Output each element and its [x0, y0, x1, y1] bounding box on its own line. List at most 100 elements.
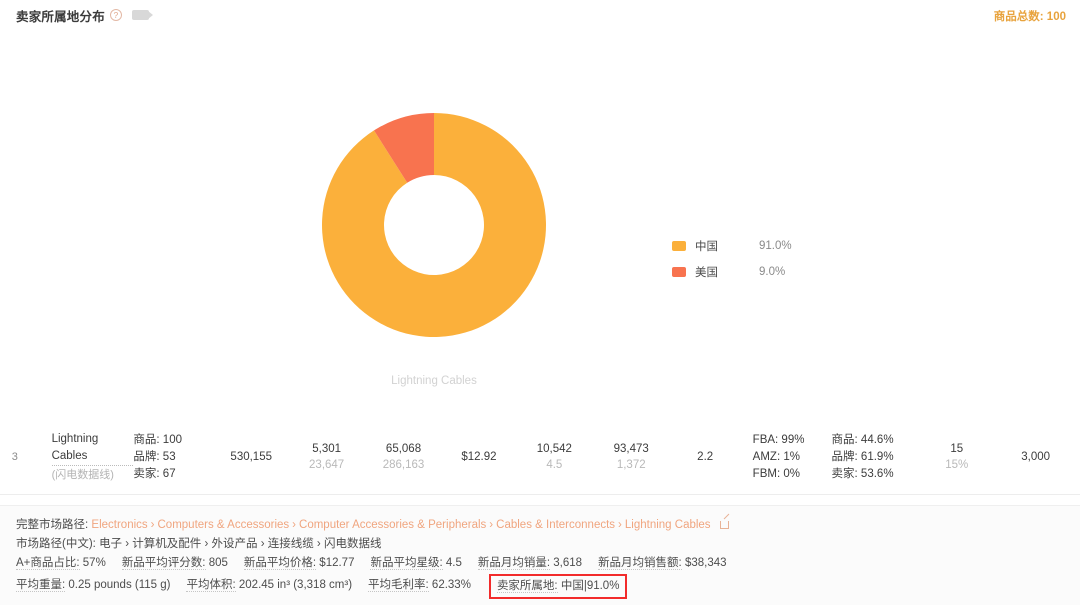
row-price: $12.92: [461, 451, 497, 463]
stat-item: 新品平均星级: 4.5: [370, 554, 462, 573]
panel-header: 卖家所属地分布 ?: [0, 0, 1080, 30]
fba-value: FBA: 99%: [752, 433, 805, 446]
stat-value: $38,343: [681, 557, 727, 569]
row-metric-c: 10,542 4.5: [516, 441, 593, 473]
zh-path-label: 市场路径(中文):: [16, 538, 96, 550]
stat-key: 平均毛利率:: [368, 579, 429, 592]
stat-key: 新品平均价格:: [243, 557, 317, 570]
row-category-name: Lightning Cables (闪电数据线): [30, 431, 134, 484]
highlight-value: 中国|91.0%: [557, 580, 620, 592]
question-circle-icon[interactable]: ?: [109, 9, 122, 21]
zh-path-value: 电子 › 计算机及配件 › 外设产品 › 连接线缆 › 闪电数据线: [99, 538, 382, 550]
stat-item: 新品平均评分数: 805: [121, 554, 228, 573]
legend-item[interactable]: 中国 91.0%: [672, 233, 852, 259]
metric-b-main: 65,068: [385, 443, 422, 455]
breadcrumb-separator: ›: [489, 519, 494, 531]
row-percents: 商品: 44.6% 品牌: 61.9% 卖家: 53.6%: [832, 432, 923, 483]
stat-item: 新品月均销量: 3,618: [477, 554, 583, 573]
row-metric-a: 5,301 23,647: [288, 441, 365, 473]
breadcrumb-separator: ›: [150, 519, 155, 531]
stat-value: $12.77: [316, 557, 355, 569]
row-fulfillment: FBA: 99% AMZ: 1% FBM: 0%: [741, 432, 832, 483]
legend-label: 美国: [695, 267, 718, 279]
metric-d-sub: 1,372: [616, 459, 646, 471]
legend-swatch-cn: [672, 241, 686, 251]
metric-d-main: 93,473: [613, 443, 649, 455]
row-reviews: 530,155: [230, 451, 272, 463]
stat-key: A+商品占比:: [16, 557, 80, 570]
breadcrumb-item[interactable]: Cables & Interconnects: [496, 519, 615, 531]
stat-key: 新品平均星级:: [370, 557, 443, 570]
legend-value: 91.0%: [759, 240, 792, 252]
breadcrumb-full: 完整市场路径: Electronics › Computers & Accessor…: [16, 516, 1080, 535]
highlight-key: 卖家所属地:: [496, 580, 558, 593]
breadcrumb-item[interactable]: Computers & Accessories: [158, 519, 290, 531]
row-index: 3: [11, 451, 18, 463]
rank-main: 15: [950, 443, 964, 455]
page-root: 卖家所属地分布 ? 商品总数: 100 Lightning Cables 中国 …: [0, 0, 1080, 605]
count-sellers: 卖家: 67: [133, 467, 176, 480]
legend-label: 中国: [695, 241, 718, 253]
chart-legend: 中国 91.0% 美国 9.0%: [672, 233, 852, 285]
metric-c-main: 10,542: [536, 443, 572, 455]
stat-value: 62.33%: [428, 579, 471, 591]
stat-item: 新品平均价格: $12.77: [243, 554, 355, 573]
legend-value: 9.0%: [759, 266, 786, 278]
full-path-label: 完整市场路径:: [16, 519, 89, 531]
pct-brands: 品牌: 61.9%: [831, 450, 894, 463]
row-counts: 商品: 100 品牌: 53 卖家: 67: [133, 432, 214, 483]
amz-value: AMZ: 1%: [752, 450, 800, 463]
breadcrumb-separator: ›: [292, 519, 297, 531]
fbm-value: FBM: 0%: [752, 467, 800, 480]
external-link-icon[interactable]: [719, 521, 729, 529]
row-rate: 2.2: [697, 451, 714, 463]
count-brands: 品牌: 53: [133, 450, 176, 463]
stat-value: 805: [205, 557, 228, 569]
stats-row-1: A+商品占比: 57% 新品平均评分数: 805 新品平均价格: $12.77 新品平…: [16, 554, 1080, 573]
seller-origin-highlight[interactable]: 卖家所属地: 中国|91.0%: [488, 574, 628, 599]
category-link[interactable]: Lightning Cables: [51, 431, 134, 466]
stat-item: A+商品占比: 57%: [16, 554, 106, 573]
stat-key: 新品月均销售额:: [598, 557, 682, 570]
stat-value: 0.25 pounds (115 g): [65, 579, 171, 591]
detail-panel: 完整市场路径: Electronics › Computers & Accessor…: [0, 505, 1080, 605]
legend-swatch-us: [672, 267, 686, 277]
video-icon[interactable]: [131, 10, 153, 20]
chart-caption: Lightning Cables: [391, 375, 477, 387]
stats-row-2: 平均重量: 0.25 pounds (115 g) 平均体积: 202.45 in…: [16, 573, 1080, 599]
row-metric-d: 93,473 1,372: [593, 441, 670, 473]
stat-value: 202.45 in³ (3,318 cm³): [235, 579, 353, 591]
pct-products: 商品: 44.6%: [831, 433, 894, 446]
metric-b-sub: 286,163: [382, 459, 425, 471]
breadcrumb-zh: 市场路径(中文): 电子 › 计算机及配件 › 外设产品 › 连接线缆 › 闪电…: [16, 535, 1080, 554]
metric-a-main: 5,301: [312, 443, 342, 455]
category-name-zh: (闪电数据线): [51, 468, 114, 481]
page-title: 卖家所属地分布: [16, 9, 105, 24]
rank-sub: 15%: [945, 459, 969, 471]
stat-value: 3,618: [550, 557, 583, 569]
donut-chart[interactable]: [319, 110, 549, 340]
seller-origin-chart: Lightning Cables 中国 91.0% 美国 9.0%: [0, 30, 1080, 420]
donut-svg: [322, 113, 546, 337]
stat-key: 新品平均评分数:: [121, 557, 206, 570]
table-row[interactable]: 3 Lightning Cables (闪电数据线) 商品: 100 品牌: 5…: [0, 420, 1080, 495]
breadcrumb-item[interactable]: Computer Accessories & Peripherals: [299, 519, 486, 531]
total-products-badge: 商品总数: 100: [993, 11, 1066, 23]
stat-value: 4.5: [442, 557, 462, 569]
stat-item: 平均体积: 202.45 in³ (3,318 cm³): [186, 576, 352, 595]
row-rank: 15 15%: [922, 441, 991, 473]
stat-key: 平均体积:: [186, 579, 236, 592]
stat-value: 57%: [79, 557, 106, 569]
breadcrumb-item[interactable]: Lightning Cables: [625, 519, 711, 531]
legend-item[interactable]: 美国 9.0%: [672, 259, 852, 285]
row-last-value: 3,000: [1021, 451, 1051, 463]
row-metric-b: 65,068 286,163: [365, 441, 442, 473]
stat-item: 平均毛利率: 62.33%: [368, 576, 471, 595]
stat-key: 新品月均销量:: [477, 557, 551, 570]
breadcrumb-item[interactable]: Electronics: [91, 519, 147, 531]
breadcrumb[interactable]: Electronics › Computers & Accessories › Comp…: [91, 519, 710, 531]
count-products: 商品: 100: [133, 433, 182, 446]
pct-sellers: 卖家: 53.6%: [831, 467, 894, 480]
metric-c-sub: 4.5: [546, 459, 563, 471]
metric-a-sub: 23,647: [309, 459, 345, 471]
